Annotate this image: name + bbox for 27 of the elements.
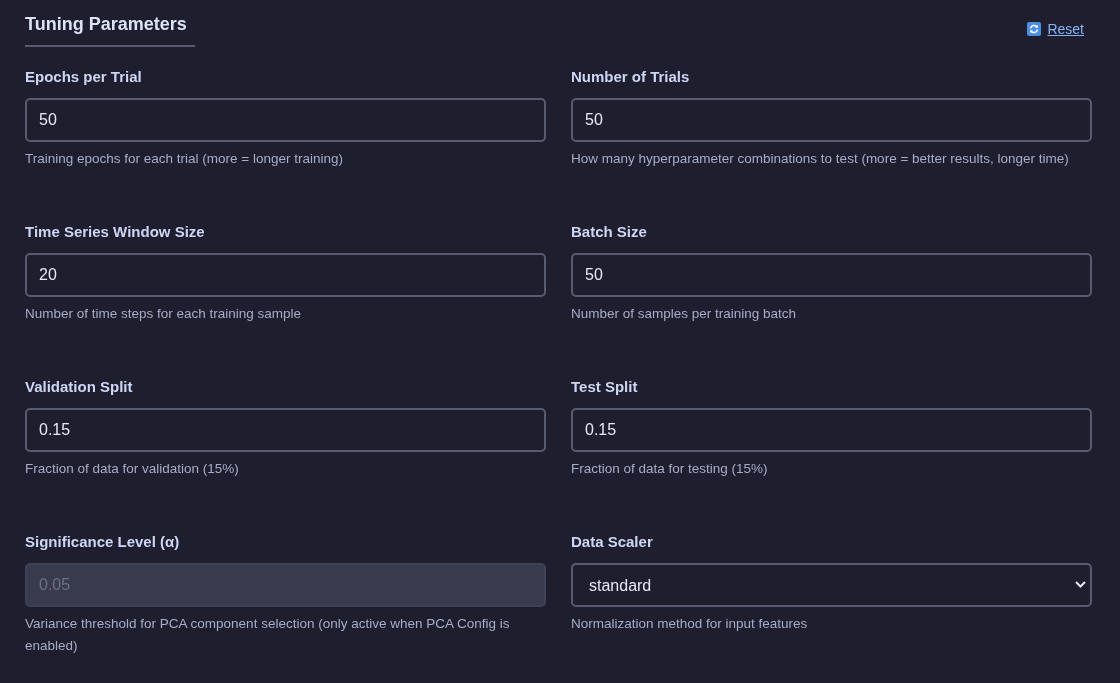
help-text: Fraction of data for testing (15%): [571, 460, 769, 478]
field-label: Test Split: [571, 377, 639, 397]
chevron-down-icon: [1075, 581, 1086, 588]
field-label: Data Scaler: [571, 532, 654, 552]
section-title: Tuning Parameters: [25, 12, 195, 47]
field-label: Significance Level (α): [25, 532, 181, 552]
number-input[interactable]: 50: [25, 98, 546, 142]
field-label: Batch Size: [571, 222, 648, 242]
help-text: Training epochs for each trial (more = longer training): [25, 150, 345, 168]
help-text: Variance threshold for PCA component selection (only active when PCA Config is enabled): [25, 615, 511, 655]
field-label: Time Series Window Size: [25, 222, 206, 242]
field-label: Epochs per Trial: [25, 67, 143, 87]
number-input[interactable]: 0.15: [25, 408, 546, 452]
help-text: Normalization method for input features: [571, 615, 809, 633]
reset-link[interactable]: Reset: [1027, 20, 1084, 38]
number-input[interactable]: 50: [571, 253, 1092, 297]
dropdown-select[interactable]: standard: [571, 563, 1092, 607]
help-text: Fraction of data for validation (15%): [25, 460, 240, 478]
field-label: Validation Split: [25, 377, 134, 397]
number-input[interactable]: 0.15: [571, 408, 1092, 452]
help-text: Number of samples per training batch: [571, 305, 798, 323]
number-input[interactable]: 50: [571, 98, 1092, 142]
refresh-icon: [1027, 22, 1042, 36]
help-text: Number of time steps for each training sample: [25, 305, 303, 323]
number-input[interactable]: 20: [25, 253, 546, 297]
help-text: How many hyperparameter combinations to test (more = better results, longer time): [571, 150, 1070, 168]
field-label: Number of Trials: [571, 67, 691, 87]
